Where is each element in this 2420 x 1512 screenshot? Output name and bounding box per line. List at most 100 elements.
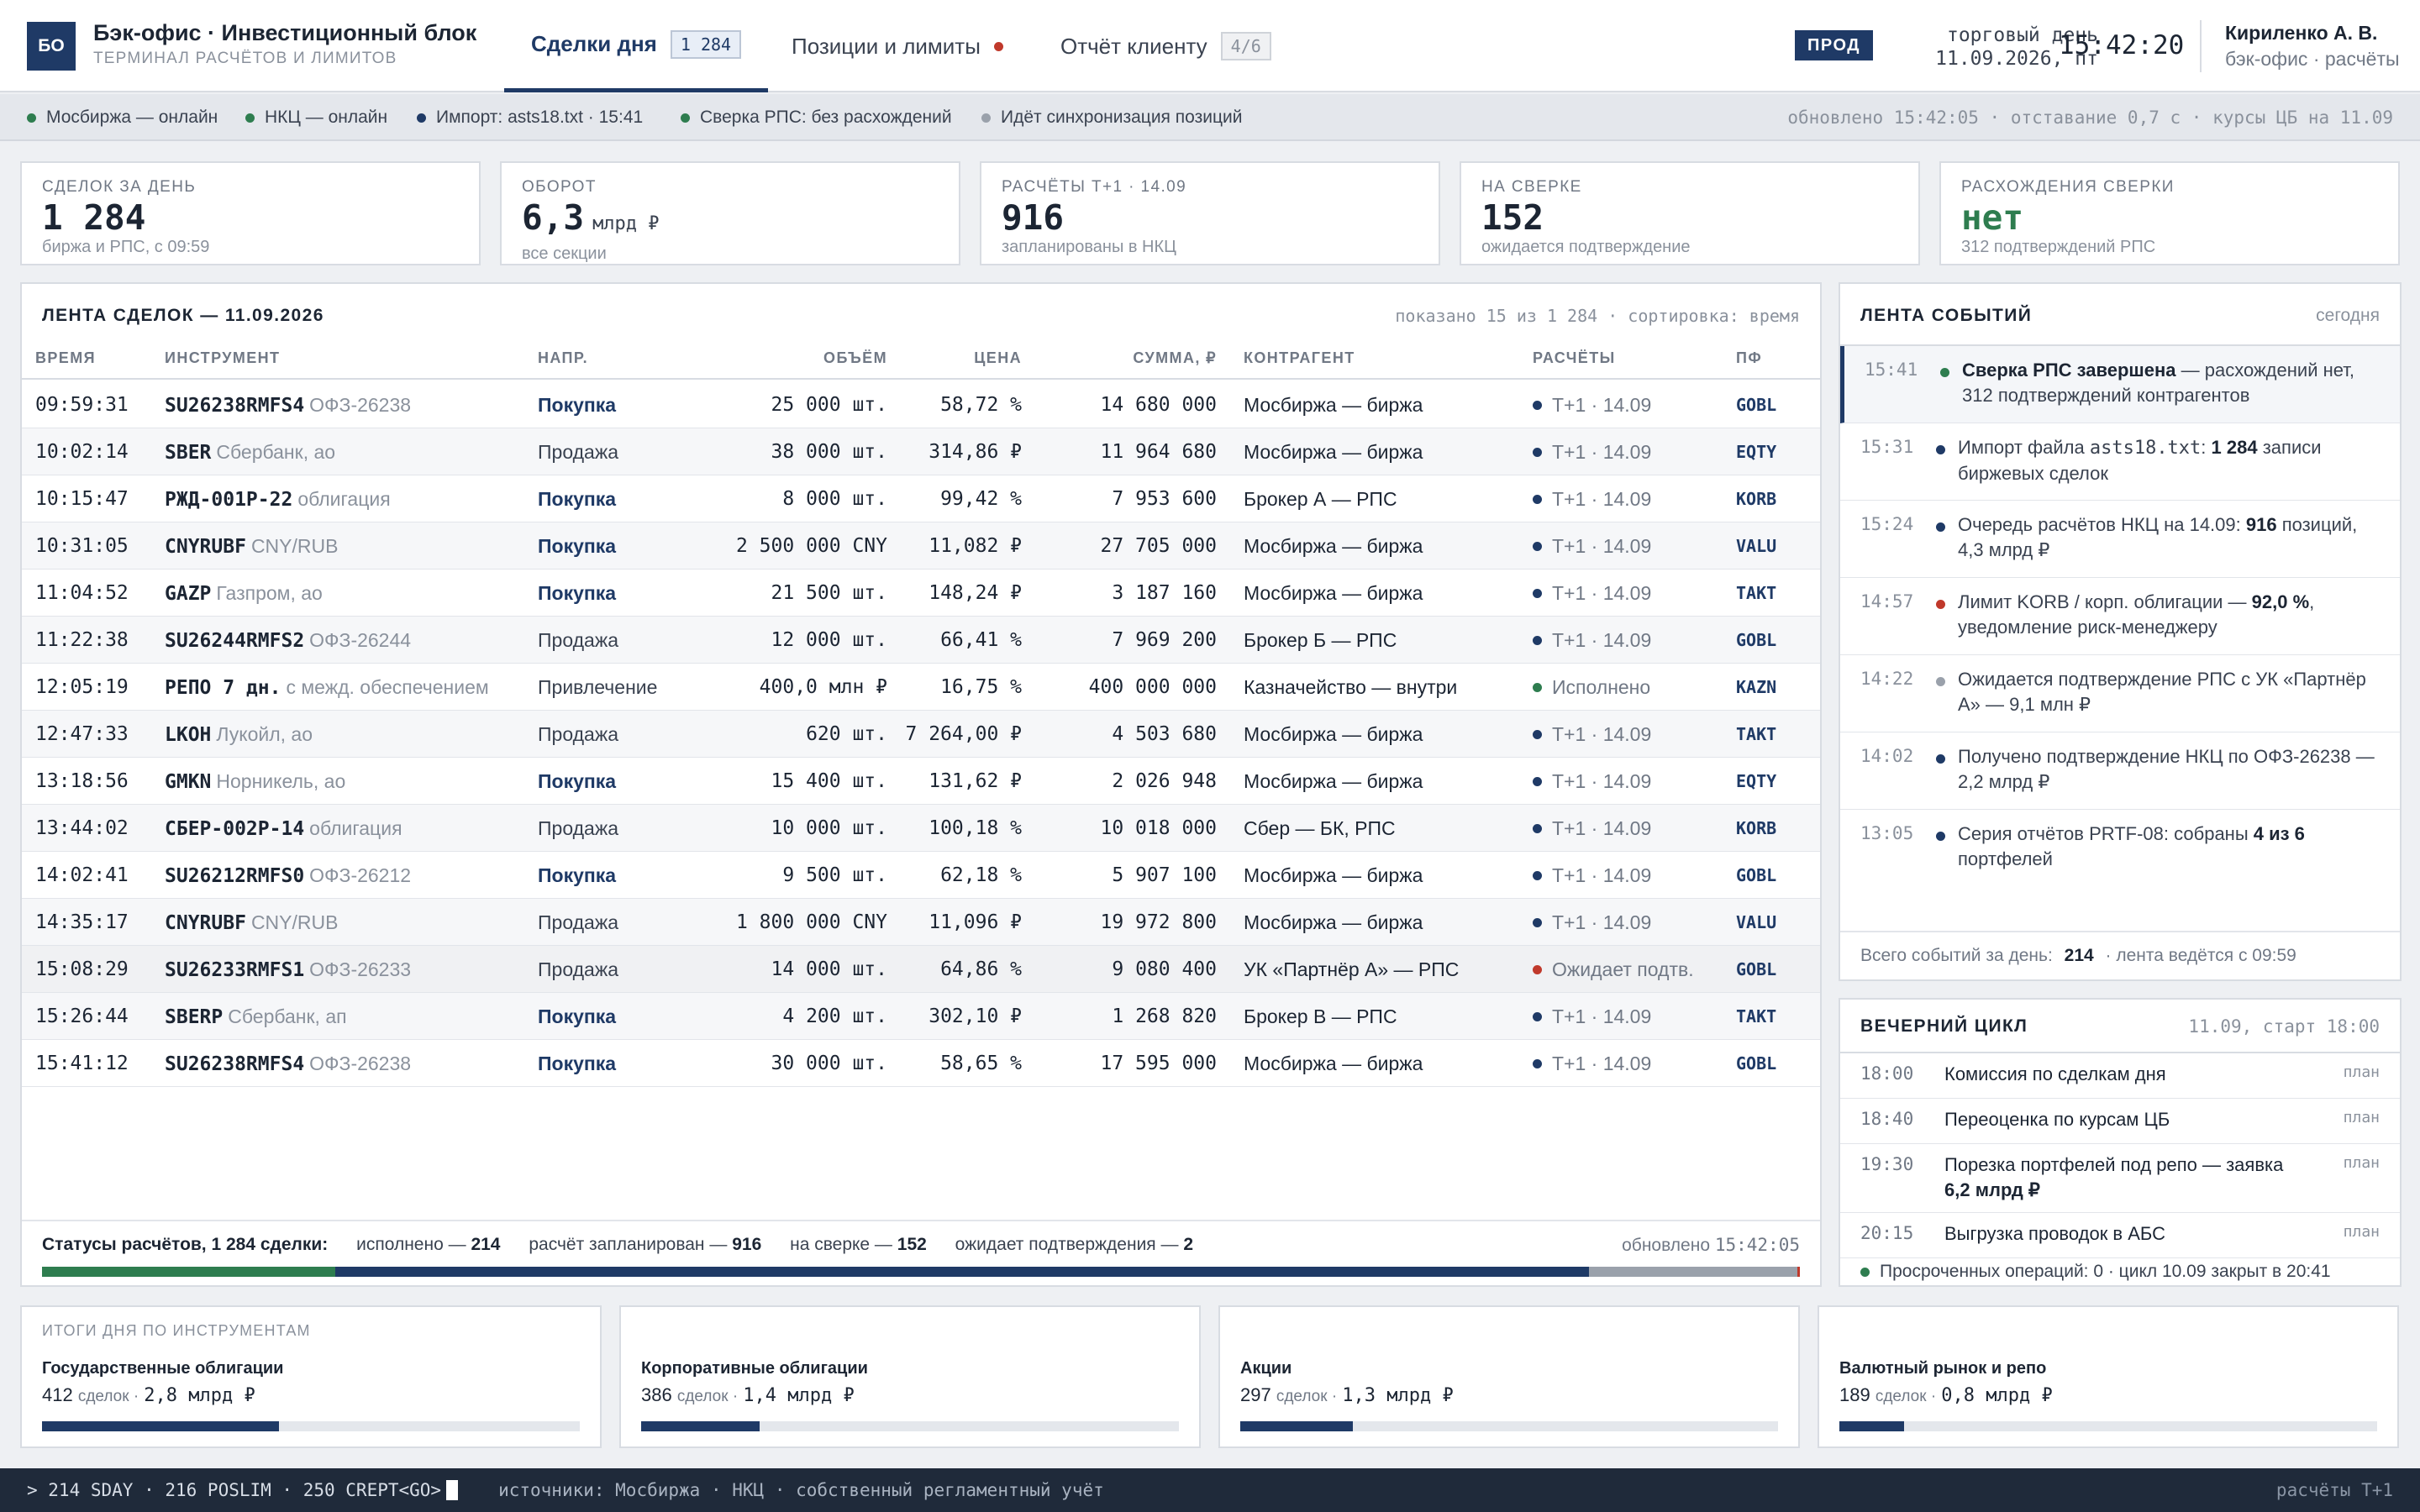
cell-counterparty: Мосбиржа — биржа [1244, 1053, 1423, 1074]
column-header-settlement[interactable]: РАСЧЁТЫ [1533, 336, 1616, 380]
settlement-label: Т+1 · 14.09 [1552, 1053, 1652, 1074]
column-header-direction[interactable]: НАПР. [538, 336, 588, 380]
kpi-number: 916 [1002, 197, 1065, 238]
cell-direction: Покупка [538, 1005, 617, 1027]
event-item[interactable]: 13:05 Серия отчётов PRTF-08: собраны 4 из… [1840, 810, 2400, 887]
cell-instrument: GAZP Газпром, ао [165, 570, 323, 617]
event-text: Очередь расчётов НКЦ на 14.09: 916 позиц… [1958, 512, 2382, 563]
cell-time: 12:05:19 [35, 676, 129, 698]
evening-footer: Просроченных операций: 0 · цикл 10.09 за… [1860, 1262, 2331, 1282]
instrument-name: с межд. обеспечением [286, 676, 489, 698]
cell-direction: Покупка [538, 864, 617, 886]
status-dot-icon [1533, 776, 1542, 786]
column-header-volume[interactable]: ОБЪЁМ [823, 336, 887, 380]
table-row[interactable]: 11:04:52 GAZP Газпром, ао Покупка 21 500 шт.… [22, 570, 1820, 617]
column-header-price[interactable]: ЦЕНА [974, 336, 1022, 380]
totals-count-unit: сделок · [1875, 1388, 1937, 1405]
instrument-name: ОФЗ-26238 [309, 1053, 412, 1074]
command-line[interactable]: > 214 SDAY · 216 POSLIM · 250 CREPT<GO> … [0, 1468, 2420, 1512]
cycle-step[interactable]: 18:00 Комиссия по сделкам дня план [1840, 1053, 2400, 1099]
status-item: Идёт синхронизация позиций [981, 94, 1242, 141]
cell-settlement: Т+1 · 14.09 [1533, 758, 1651, 805]
table-row[interactable]: 10:15:47 РЖД-001Р-22 облигация Покупка 8 000… [22, 475, 1820, 522]
settlement-label: Исполнено [1552, 676, 1651, 698]
table-row[interactable]: 09:59:31 SU26238RMFS4 ОФЗ-26238 Покупка 25 0… [22, 381, 1820, 428]
cell-volume: 400,0 млн ₽ [759, 676, 887, 698]
event-time: 13:05 [1860, 823, 1914, 843]
event-lead: Очередь расчётов НКЦ на 14.09: [1958, 514, 2246, 535]
event-dot-icon [1936, 522, 1945, 532]
command-input[interactable]: > 214 SDAY · 216 POSLIM · 250 CREPT<GO> … [27, 1468, 1104, 1512]
instrument-name: облигация [297, 488, 391, 510]
cell-sum: 11 964 680 [1100, 441, 1217, 463]
instrument-name: ОФЗ-26212 [309, 864, 412, 886]
tab-client-report[interactable]: Отчёт клиенту 4/6 [1060, 0, 1271, 92]
settlement-label: Т+1 · 14.09 [1552, 394, 1652, 416]
cycle-label: Порезка портфелей под репо — заявка [1944, 1154, 2284, 1175]
kpi-value: нет [1961, 198, 2378, 237]
totals-share-fill [1240, 1421, 1354, 1431]
cell-price: 64,86 % [940, 958, 1022, 980]
cycle-step[interactable]: 20:15 Выгрузка проводок в АБС план [1840, 1213, 2400, 1258]
table-row[interactable]: 13:44:02 СБЕР-002Р-14 облигация Продажа 10 0… [22, 805, 1820, 852]
tab-client-report-badge: 4/6 [1220, 32, 1271, 60]
event-time: 14:22 [1860, 669, 1914, 689]
event-item[interactable]: 15:41 Сверка РПС завершена — расхождений … [1840, 346, 2400, 423]
cell-settlement: Т+1 · 14.09 [1533, 852, 1651, 899]
cell-instrument: SU26244RMFS2 ОФЗ-26244 [165, 617, 411, 664]
event-lead: Лимит KORB / корп. облигации — [1958, 591, 2252, 612]
user-role: бэк-офис · расчёты [2225, 48, 2400, 70]
column-header-time[interactable]: ВРЕМЯ [35, 336, 96, 380]
cell-counterparty: Мосбиржа — биржа [1244, 535, 1423, 557]
column-header-portfolio[interactable]: ПФ [1736, 336, 1762, 380]
cell-counterparty: Казначейство — внутри [1244, 676, 1458, 698]
user-name[interactable]: Кириленко А. В. [2225, 22, 2377, 45]
kpi-sub: запланированы в НКЦ [1002, 238, 1176, 256]
instrument-code: SU26212RMFS0 [165, 865, 305, 887]
status-item: Мосбиржа — онлайн [27, 94, 218, 141]
instrument-name: облигация [309, 817, 402, 839]
status-dot-icon [981, 113, 991, 123]
clock: 15:42:20 [2059, 30, 2185, 60]
cycle-step[interactable]: 18:40 Переоценка по курсам ЦБ план [1840, 1099, 2400, 1144]
kpi-number: 152 [1481, 197, 1544, 238]
event-item[interactable]: 14:02 Получено подтверждение НКЦ по ОФЗ-2… [1840, 732, 2400, 810]
table-row[interactable]: 15:08:29 SU26233RMFS1 ОФЗ-26233 Продажа 14 0… [22, 946, 1820, 993]
table-row[interactable]: 15:41:12 SU26238RMFS4 ОФЗ-26238 Покупка 30 0… [22, 1040, 1820, 1087]
tab-positions[interactable]: Позиции и лимиты [792, 0, 1003, 92]
cell-portfolio: VALU [1736, 912, 1777, 932]
event-item[interactable]: 14:57 Лимит KORB / корп. облигации — 92,0… [1840, 578, 2400, 655]
totals-amount: 1,4 млрд ₽ [743, 1385, 855, 1406]
instrument-name: CNY/RUB [250, 535, 339, 557]
event-bold: Сверка РПС завершена [1962, 360, 2176, 381]
cell-portfolio: KAZN [1736, 677, 1777, 697]
event-item[interactable]: 15:31 Импорт файла asts18.txt: 1 284 запи… [1840, 423, 2400, 501]
cycle-label: Выгрузка проводок в АБС [1944, 1223, 2165, 1244]
event-item[interactable]: 15:24 Очередь расчётов НКЦ на 14.09: 916 … [1840, 501, 2400, 578]
cell-price: 62,18 % [940, 864, 1022, 886]
cell-settlement: Т+1 · 14.09 [1533, 617, 1651, 664]
table-row[interactable]: 11:22:38 SU26244RMFS2 ОФЗ-26244 Продажа 12 0… [22, 617, 1820, 664]
cycle-step[interactable]: 19:30 Порезка портфелей под репо — заявка… [1840, 1144, 2400, 1213]
table-row[interactable]: 14:35:17 CNYRUBF CNY/RUB Продажа 1 800 000 C… [22, 899, 1820, 946]
cell-instrument: SU26238RMFS4 ОФЗ-26238 [165, 1040, 411, 1087]
event-item[interactable]: 14:22 Ожидается подтверждение РПС с УК «П… [1840, 655, 2400, 732]
table-row[interactable]: 14:02:41 SU26212RMFS0 ОФЗ-26212 Покупка 9 50… [22, 852, 1820, 899]
deals-meta: показано 15 из 1 284 · сортировка: время [1395, 306, 1800, 326]
table-row[interactable]: 12:47:33 LKOH Лукойл, ао Продажа 620 шт. 7 26… [22, 711, 1820, 758]
event-dot-icon [1936, 754, 1945, 764]
column-header-counterparty[interactable]: КОНТРАГЕНТ [1244, 336, 1355, 380]
table-row[interactable]: 15:26:44 SBERP Сбербанк, ап Покупка 4 200 шт… [22, 993, 1820, 1040]
cell-portfolio: GOBL [1736, 1053, 1777, 1074]
column-header-instrument[interactable]: ИНСТРУМЕНТ [165, 336, 280, 380]
cell-sum: 5 907 100 [1112, 864, 1217, 886]
column-header-sum[interactable]: СУММА, ₽ [1133, 336, 1217, 380]
cycle-text: Порезка портфелей под репо — заявка 6,2 … [1944, 1152, 2314, 1203]
tab-deals[interactable]: Сделки дня 1 284 [504, 0, 769, 92]
instrument-code: РЖД-001Р-22 [165, 489, 293, 511]
table-row[interactable]: 13:18:56 GMKN Норникель, ао Покупка 15 400 ш… [22, 758, 1820, 805]
table-row[interactable]: 10:02:14 SBER Сбербанк, ао Продажа 38 000 шт… [22, 428, 1820, 475]
cell-time: 15:41:12 [35, 1053, 129, 1074]
table-row[interactable]: 10:31:05 CNYRUBF CNY/RUB Покупка 2 500 000 C… [22, 522, 1820, 570]
table-row[interactable]: 12:05:19 РЕПО 7 дн. с межд. обеспечением Пр… [22, 664, 1820, 711]
